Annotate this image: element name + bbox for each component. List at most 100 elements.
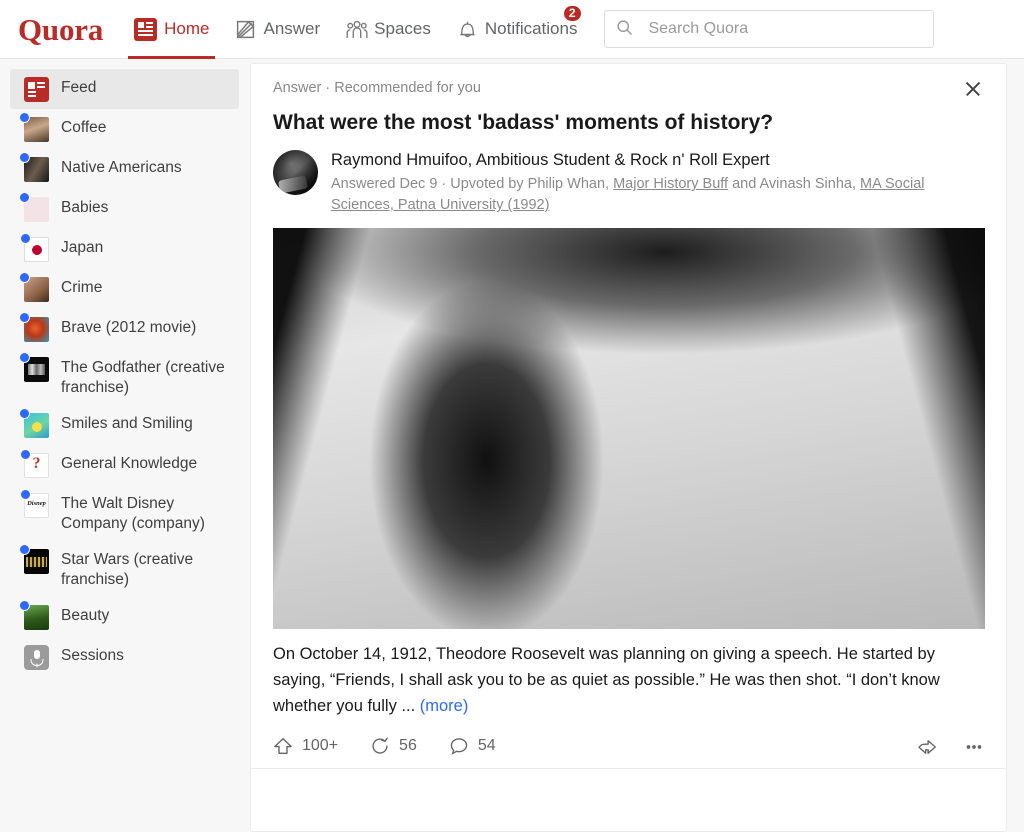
upvoter-one-credential[interactable]: Major History Buff [613,176,728,192]
brave-thumbnail-icon [19,312,49,342]
sidebar-item-general-knowledge[interactable]: General Knowledge [10,445,239,485]
unread-dot-icon [19,152,30,163]
sidebar-item-sessions[interactable]: Sessions [10,637,239,677]
share-arrow-icon[interactable] [916,736,937,757]
sidebar-item-label: Native Americans [61,159,182,176]
close-icon[interactable] [962,78,984,100]
starwars-thumbnail-icon [19,544,49,574]
sidebar-item-label: Beauty [61,607,110,624]
feed-column: Answer · Recommended for you What were t… [249,59,1024,832]
babies-thumbnail-icon [19,192,49,222]
sidebar-item-the-godfather-creative-franchise[interactable]: The Godfather (creative franchise) [10,349,239,405]
sidebar-item-beauty[interactable]: Beauty [10,597,239,637]
sidebar-item-label: Smiles and Smiling [61,415,193,432]
sidebar-item-label: The Walt Disney Company (company) [61,495,205,532]
upvoter-two-name: Avinash Sinha, [759,176,861,193]
unread-dot-icon [19,352,30,363]
nav-label-notifications: Notifications [484,19,578,38]
sidebar-item-smiles-and-smiling[interactable]: Smiles and Smiling [10,405,239,445]
sessions-thumbnail-icon [24,645,49,670]
unread-dot-icon [19,112,30,123]
sidebar-item-label: Star Wars (creative franchise) [61,551,194,588]
sidebar-item-label: Babies [61,199,109,216]
sidebar-item-label: Brave (2012 movie) [61,319,197,336]
native-thumbnail-icon [19,152,49,182]
sidebar-item-the-walt-disney-company-company[interactable]: The Walt Disney Company (company) [10,485,239,541]
main-nav: Home Answer Spaces Notifications 2 [121,0,590,59]
upvote-arrow-icon [273,736,294,757]
answer-pencil-icon [235,19,256,40]
upvoter-conjunction: and [728,176,760,193]
nav-item-notifications[interactable]: Notifications 2 [444,0,591,59]
japan-thumbnail-icon [20,233,49,262]
author-row: Raymond Hmuifoo, Ambitious Student & Roc… [273,150,984,216]
card-meta-label: Answer · Recommended for you [273,80,481,96]
action-bar-right [916,736,984,757]
question-title[interactable]: What were the most 'badass' moments of h… [273,109,984,136]
nav-item-spaces[interactable]: Spaces [333,0,444,59]
action-bar: 100+ 56 54 [273,729,984,763]
sidebar-item-japan[interactable]: Japan [10,229,239,269]
sidebar-item-label: The Godfather (creative franchise) [61,359,225,396]
unread-dot-icon [19,600,30,611]
notifications-badge: 2 [561,3,583,23]
answer-card: Answer · Recommended for you What were t… [250,63,1007,777]
sidebar-item-coffee[interactable]: Coffee [10,109,239,149]
repost-button[interactable]: 56 [370,736,417,757]
more-link[interactable]: (more) [420,697,469,715]
spaces-people-icon [346,19,368,40]
search-input[interactable] [646,19,923,39]
smiles-thumbnail-icon [19,408,49,438]
comment-button[interactable]: 54 [449,736,496,757]
godfather-thumbnail-icon [19,352,49,382]
repost-circular-arrow-icon [370,736,391,757]
sidebar-item-label: Feed [61,79,97,96]
sidebar-item-babies[interactable]: Babies [10,189,239,229]
answered-line: Answered Dec 9 · Upvoted by Philip Whan,… [331,174,971,216]
nav-item-answer[interactable]: Answer [222,0,333,59]
disney-thumbnail-icon [20,489,49,518]
more-dots-icon[interactable] [963,736,984,757]
unread-dot-icon [20,233,31,244]
unread-dot-icon [19,544,30,555]
bell-icon [457,19,478,40]
upvote-button[interactable]: 100+ [273,736,338,757]
sidebar-item-label: Coffee [61,119,107,136]
upvote-count: 100+ [302,737,339,755]
nav-label-spaces: Spaces [374,19,431,38]
sidebar-item-crime[interactable]: Crime [10,269,239,309]
sidebar-item-label: Japan [61,239,104,256]
general-thumbnail-icon [20,449,49,478]
sidebar-item-feed[interactable]: Feed [10,69,239,109]
answer-body-text: On October 14, 1912, Theodore Roosevelt … [273,645,940,716]
unread-dot-icon [19,408,30,419]
sidebar-item-native-americans[interactable]: Native Americans [10,149,239,189]
answer-body: On October 14, 1912, Theodore Roosevelt … [273,641,973,719]
unread-dot-icon [19,312,30,323]
upvoter-one-name: Philip Whan, [527,176,614,193]
crime-thumbnail-icon [19,272,49,302]
author-name[interactable]: Raymond Hmuifoo, Ambitious Student & Roc… [331,150,971,171]
home-icon [134,17,158,41]
sidebar-item-label: Crime [61,279,103,296]
answer-image[interactable] [273,228,985,630]
author-avatar[interactable] [273,150,318,196]
sidebar-item-label: General Knowledge [61,455,198,472]
answered-date-prefix: Answered Dec 9 · Upvoted by [331,176,528,193]
feed-thumbnail-icon [24,77,49,102]
search-box[interactable] [604,10,935,48]
card-meta-row: Answer · Recommended for you [273,80,984,100]
top-navigation-bar: Quora Home Answer Spaces Notifications 2… [0,0,1024,59]
nav-item-home[interactable]: Home [121,0,222,59]
comment-bubble-icon [449,736,470,757]
coffee-thumbnail-icon [19,112,49,142]
sidebar: Feed Coffee Native Americans Babies Japan Cri… [0,59,249,773]
next-feed-card[interactable] [250,768,1007,832]
sidebar-item-label: Sessions [61,647,124,664]
nav-label-answer: Answer [263,19,321,38]
unread-dot-icon [20,449,31,460]
nav-label-home: Home [164,19,210,38]
sidebar-item-brave-2012-movie[interactable]: Brave (2012 movie) [10,309,239,349]
quora-logo[interactable]: Quora [18,14,103,45]
sidebar-item-star-wars-creative-franchise[interactable]: Star Wars (creative franchise) [10,541,239,597]
